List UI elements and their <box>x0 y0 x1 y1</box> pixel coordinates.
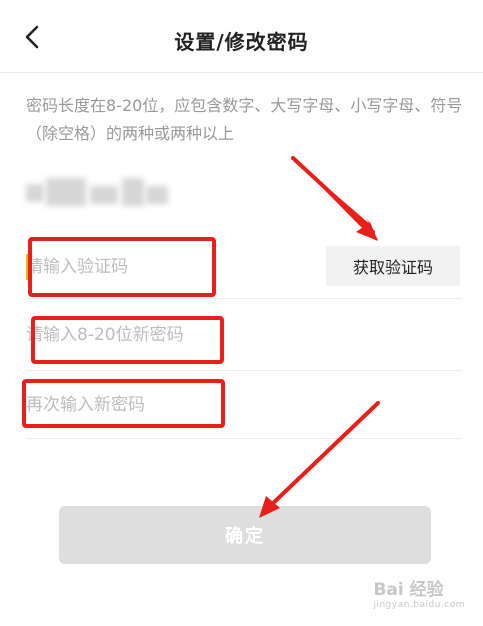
confirm-button[interactable]: 确定 <box>59 506 431 564</box>
watermark-url: jingyan.baidu.com <box>373 600 465 610</box>
baidu-watermark: Bai 经验 jingyan.baidu.com <box>373 575 465 610</box>
get-code-button[interactable]: 获取验证码 <box>326 246 460 286</box>
highlight-box-new-password <box>31 316 224 364</box>
page-title: 设置/修改密码 <box>174 30 309 54</box>
watermark-brand: Bai 经验 <box>373 580 444 600</box>
account-blurred <box>26 174 168 212</box>
nav-bar: 设置/修改密码 <box>0 0 483 73</box>
password-rule-hint: 密码长度在8-20位，应包含数字、大写字母、小写字母、符号（除空格）的两种或两种… <box>26 96 463 143</box>
highlight-box-code <box>28 237 216 297</box>
arrow-to-get-code <box>291 156 378 241</box>
highlight-box-confirm-password <box>22 379 225 428</box>
change-password-screen: 设置/修改密码 密码长度在8-20位，应包含数字、大写字母、小写字母、符号（除空… <box>0 0 483 626</box>
